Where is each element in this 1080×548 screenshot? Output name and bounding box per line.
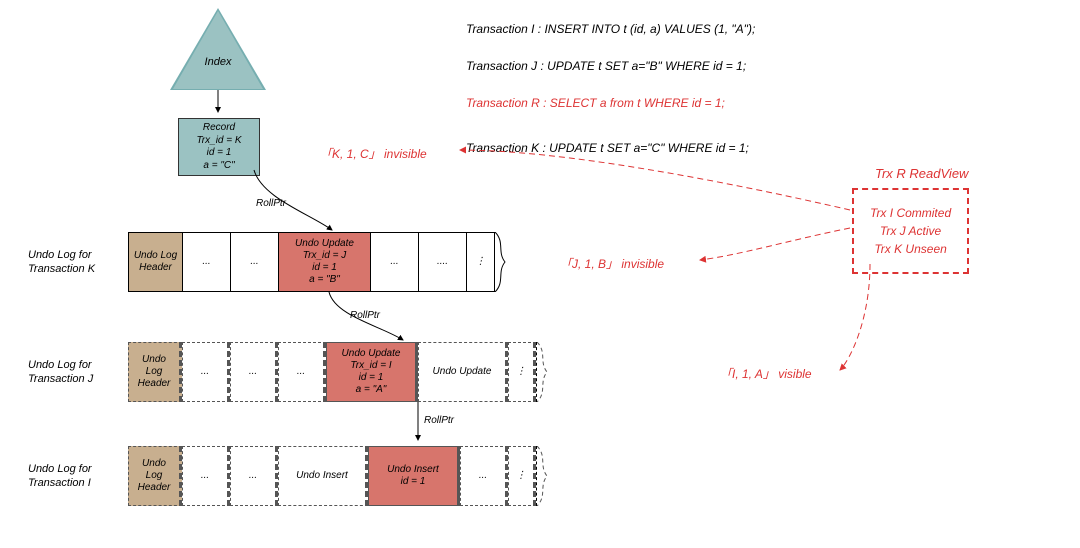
readview-l1: Trx I Commited xyxy=(870,204,951,222)
undo-i-cell-6: ⋮ xyxy=(508,446,536,506)
visibility-k: 「K, 1, C」 invisible xyxy=(320,145,427,162)
record-box: Record Trx_id = K id = 1 a = "C" xyxy=(178,118,260,176)
undo-k-main-l3: a = "B" xyxy=(295,274,354,286)
visibility-j: 「J, 1, B」 invisible xyxy=(560,255,664,272)
undo-k-main: Undo Update Trx_id = J id = 1 a = "B" xyxy=(278,232,370,292)
undo-row-k: Undo Log Header ... ... Undo Update Trx_… xyxy=(128,232,513,292)
index-label: Index xyxy=(170,56,266,68)
visibility-i: 「I, 1, A」 visible xyxy=(720,365,812,382)
undo-j-header: Undo Log Header xyxy=(128,342,182,402)
undo-log-k-label: Undo Log for Transaction K xyxy=(28,248,128,277)
index-shape: Index xyxy=(170,8,266,90)
undo-k-main-l1: Trx_id = J xyxy=(295,250,354,262)
undo-k-main-t: Undo Update xyxy=(295,238,354,250)
undo-j-cell-5: Undo Update xyxy=(418,342,508,402)
record-title: Record xyxy=(179,122,259,135)
undo-j-main: Undo Update Trx_id = I id = 1 a = "A" xyxy=(326,342,418,402)
undo-k-tail xyxy=(494,232,513,292)
sql-transaction-r: Transaction R : SELECT a from t WHERE id… xyxy=(466,96,725,110)
rollptr-2: RollPtr xyxy=(350,310,380,321)
rollptr-1: RollPtr xyxy=(256,198,286,209)
undo-i-cell-5: ... xyxy=(460,446,508,506)
undo-j-tail xyxy=(536,342,555,402)
undo-i-tail xyxy=(536,446,555,506)
undo-log-i-label: Undo Log for Transaction I xyxy=(28,462,128,491)
readview-l2: Trx J Active xyxy=(870,222,951,240)
undo-k-cell-4: ... xyxy=(370,232,418,292)
record-id: id = 1 xyxy=(179,147,259,160)
record-trxid: Trx_id = K xyxy=(179,135,259,148)
undo-i-cell-3: Undo Insert xyxy=(278,446,368,506)
undo-k-header: Undo Log Header xyxy=(128,232,182,292)
undo-j-main-l2: id = 1 xyxy=(342,372,401,384)
undo-i-main-t: Undo Insert xyxy=(387,464,439,476)
sql-transaction-i: Transaction I : INSERT INTO t (id, a) VA… xyxy=(466,22,755,36)
undo-k-cell-1: ... xyxy=(182,232,230,292)
undo-j-main-t: Undo Update xyxy=(342,348,401,360)
undo-i-header: Undo Log Header xyxy=(128,446,182,506)
record-a: a = "C" xyxy=(179,160,259,173)
undo-k-cell-6: ⋮ xyxy=(466,232,494,292)
undo-row-i: Undo Log Header ... ... Undo Insert Undo… xyxy=(128,446,555,506)
undo-row-j: Undo Log Header ... ... ... Undo Update … xyxy=(128,342,555,402)
undo-j-cell-3: ... xyxy=(278,342,326,402)
rollptr-3: RollPtr xyxy=(424,415,454,426)
undo-j-cell-2: ... xyxy=(230,342,278,402)
undo-j-cell-6: ⋮ xyxy=(508,342,536,402)
arrow-index-to-record xyxy=(210,90,230,118)
readview-title: Trx R ReadView xyxy=(875,166,968,181)
undo-i-cell-2: ... xyxy=(230,446,278,506)
sql-transaction-k: Transaction K : UPDATE t SET a="C" WHERE… xyxy=(466,141,749,155)
undo-j-main-l3: a = "A" xyxy=(342,384,401,396)
undo-i-cell-1: ... xyxy=(182,446,230,506)
undo-k-main-l2: id = 1 xyxy=(295,262,354,274)
readview-box: Trx I Commited Trx J Active Trx K Unseen xyxy=(852,188,969,274)
undo-j-main-l1: Trx_id = I xyxy=(342,360,401,372)
sql-transaction-j: Transaction J : UPDATE t SET a="B" WHERE… xyxy=(466,59,746,73)
readview-l3: Trx K Unseen xyxy=(870,240,951,258)
undo-log-j-label: Undo Log for Transaction J xyxy=(28,358,128,387)
undo-i-main: Undo Insert id = 1 xyxy=(368,446,460,506)
undo-k-cell-5: .... xyxy=(418,232,466,292)
undo-i-main-l1: id = 1 xyxy=(387,476,439,488)
undo-k-cell-2: ... xyxy=(230,232,278,292)
undo-j-cell-1: ... xyxy=(182,342,230,402)
